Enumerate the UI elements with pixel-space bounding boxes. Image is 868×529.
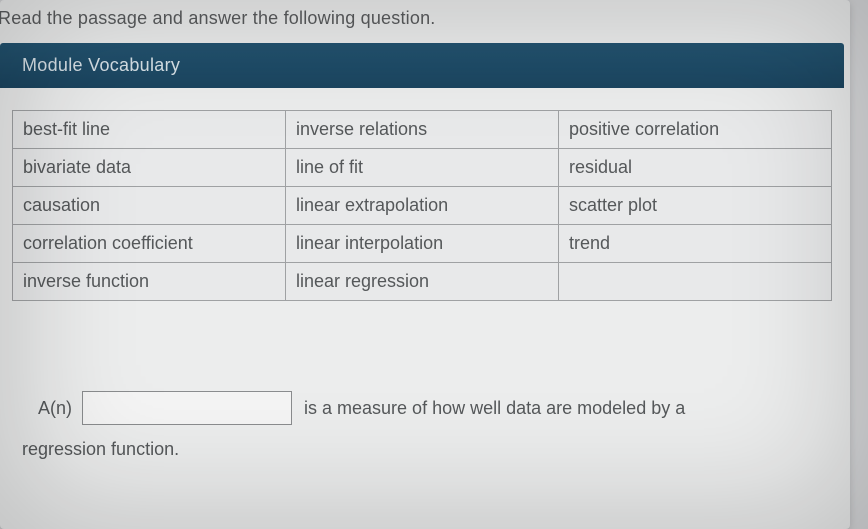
vocab-cell: causation bbox=[13, 187, 286, 225]
answer-input[interactable] bbox=[82, 391, 292, 425]
table-row: best-fit line inverse relations positive… bbox=[13, 111, 832, 149]
vocab-cell: scatter plot bbox=[559, 187, 832, 225]
vocab-cell: inverse function bbox=[13, 263, 286, 301]
vocab-cell: residual bbox=[559, 149, 832, 187]
vocab-cell: linear regression bbox=[286, 263, 559, 301]
question-line2: regression function. bbox=[22, 439, 850, 460]
worksheet-page: Read the passage and answer the followin… bbox=[0, 0, 850, 529]
instruction-text: Read the passage and answer the followin… bbox=[0, 0, 850, 43]
vocab-cell: linear extrapolation bbox=[286, 187, 559, 225]
vocab-cell: positive correlation bbox=[559, 111, 832, 149]
vocab-cell: inverse relations bbox=[286, 111, 559, 149]
fill-in-question: A(n) is a measure of how well data are m… bbox=[38, 391, 850, 425]
vocab-cell: best-fit line bbox=[13, 111, 286, 149]
table-row: correlation coefficient linear interpola… bbox=[13, 225, 832, 263]
question-after-text: is a measure of how well data are modele… bbox=[304, 398, 685, 419]
vocab-cell bbox=[559, 263, 832, 301]
vocab-cell: linear interpolation bbox=[286, 225, 559, 263]
table-row: inverse function linear regression bbox=[13, 263, 832, 301]
table-row: bivariate data line of fit residual bbox=[13, 149, 832, 187]
question-prefix: A(n) bbox=[38, 398, 72, 419]
vocab-cell: trend bbox=[559, 225, 832, 263]
vocab-cell: line of fit bbox=[286, 149, 559, 187]
table-row: causation linear extrapolation scatter p… bbox=[13, 187, 832, 225]
vocab-cell: correlation coefficient bbox=[13, 225, 286, 263]
vocabulary-table: best-fit line inverse relations positive… bbox=[12, 110, 832, 301]
module-vocabulary-header: Module Vocabulary bbox=[0, 43, 844, 88]
vocab-cell: bivariate data bbox=[13, 149, 286, 187]
